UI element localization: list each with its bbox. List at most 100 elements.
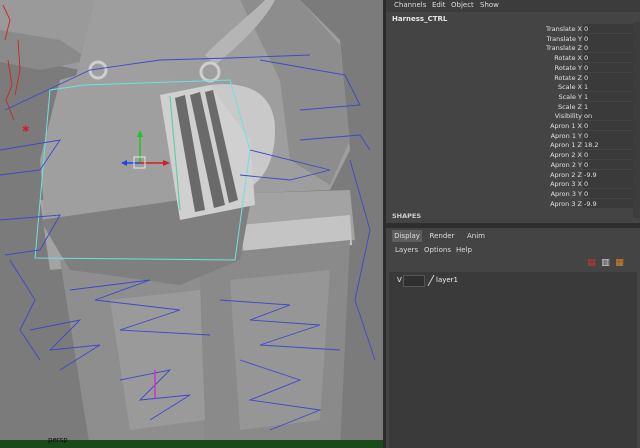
perspective-viewport[interactable]: ✱ persp	[0, 0, 383, 448]
channel-row[interactable]: Scale Z1	[386, 101, 640, 112]
channel-value[interactable]: 1	[584, 93, 588, 101]
channel-label: Apron 1 Y	[550, 131, 582, 140]
layer-options-icon[interactable]: ▦	[614, 258, 625, 269]
shapes-header[interactable]: SHAPES	[392, 212, 421, 220]
channel-row[interactable]: Visibility on	[386, 111, 640, 121]
menu-layers[interactable]: Layers	[395, 246, 418, 254]
channel-label: Translate X	[545, 25, 582, 33]
layer-row[interactable]: V layer1	[391, 274, 635, 287]
channel-value-field[interactable]	[583, 24, 633, 33]
new-layer-from-selection-icon[interactable]: ▤	[586, 258, 597, 269]
channel-value[interactable]: 0	[584, 25, 588, 33]
channel-row[interactable]: Apron 2 Y0	[386, 159, 640, 170]
channel-value[interactable]: 0	[584, 180, 588, 188]
channel-row[interactable]: Scale Y1	[386, 91, 640, 102]
channel-label: Apron 2 Y	[550, 160, 582, 169]
channel-value-field[interactable]	[583, 33, 633, 43]
channel-row[interactable]: Rotate Z0	[386, 72, 640, 83]
channel-row[interactable]: Apron 3 Y0	[386, 188, 640, 199]
channel-value-field[interactable]	[583, 188, 633, 198]
maya-window: ✱ persp Channels Edit Object Show Harnes…	[0, 0, 640, 448]
channel-label: Visibility	[554, 112, 582, 121]
node-name[interactable]: Harness_CTRL	[392, 15, 447, 23]
channel-value-field[interactable]	[583, 159, 633, 169]
channel-row[interactable]: Apron 1 Z 18.2	[386, 140, 640, 150]
channel-label: Apron 3 Y	[550, 189, 582, 198]
new-layer-icon[interactable]: ▥	[600, 258, 611, 269]
channel-label: Apron 1 X	[550, 122, 582, 130]
menu-options[interactable]: Options	[424, 246, 451, 254]
channel-label: Rotate Z	[554, 73, 582, 82]
channel-label: Rotate X	[554, 54, 582, 63]
channel-value[interactable]: 0	[584, 151, 588, 159]
channel-label: Apron 1 Z	[550, 141, 582, 150]
channel-value-field[interactable]	[583, 150, 633, 160]
channel-value[interactable]: 1	[584, 103, 588, 111]
channel-label: Scale X	[557, 83, 582, 92]
channel-value[interactable]: 18.2	[584, 141, 598, 149]
channel-row[interactable]: Translate Y0	[386, 33, 640, 44]
channel-row[interactable]: Apron 3 X0	[386, 179, 640, 189]
channel-box-menubar: Channels Edit Object Show	[386, 0, 640, 12]
menu-channels[interactable]: Channels	[394, 1, 426, 9]
channel-row[interactable]: Scale X1	[386, 82, 640, 92]
camera-label: persp	[48, 436, 68, 444]
channel-row[interactable]: Translate X0	[386, 24, 640, 34]
menu-object[interactable]: Object	[451, 1, 474, 9]
layer-display-type-box[interactable]	[403, 275, 425, 287]
layer-visibility-toggle[interactable]: V	[397, 276, 402, 284]
channel-row[interactable]: Rotate Y0	[386, 62, 640, 73]
channel-value[interactable]: 0	[584, 74, 588, 82]
channel-row[interactable]: Apron 3 Z -9.9	[386, 198, 640, 209]
channel-value[interactable]: 1	[584, 83, 588, 91]
channel-label: Rotate Y	[554, 63, 582, 72]
channel-value-field[interactable]	[583, 130, 633, 140]
channel-value-field[interactable]	[583, 82, 633, 92]
channel-row[interactable]: Apron 2 X0	[386, 150, 640, 160]
channel-value[interactable]: on	[584, 112, 592, 120]
channel-row[interactable]: Apron 1 Y0	[386, 130, 640, 141]
channel-value[interactable]: 0	[584, 190, 588, 198]
menu-help[interactable]: Help	[456, 246, 472, 254]
channel-value-field[interactable]	[583, 121, 633, 130]
channel-value-field[interactable]	[583, 72, 633, 82]
channel-value-field[interactable]	[583, 43, 633, 53]
channel-value-field[interactable]	[583, 53, 633, 63]
channel-row[interactable]: Translate Z0	[386, 43, 640, 53]
layer-editor-tabs: Display Render Anim	[386, 230, 640, 242]
channel-value-field[interactable]	[583, 62, 633, 72]
viewport-scene: ✱	[0, 0, 383, 448]
channel-value[interactable]: 0	[584, 122, 588, 130]
layer-name[interactable]: layer1	[436, 276, 458, 284]
channel-row[interactable]: Apron 2 Z -9.9	[386, 169, 640, 180]
channel-box-scrollbar[interactable]	[633, 22, 640, 218]
channel-label: Scale Y	[558, 92, 582, 101]
channel-value-field[interactable]	[583, 179, 633, 189]
channel-label: Apron 3 Z	[550, 199, 582, 208]
channel-row[interactable]: Apron 1 X0	[386, 121, 640, 131]
channel-value-field[interactable]	[583, 101, 633, 111]
menu-edit[interactable]: Edit	[432, 1, 446, 9]
channel-value[interactable]: -9.9	[584, 200, 597, 208]
panel-splitter[interactable]	[386, 223, 640, 228]
channel-label: Apron 2 X	[550, 151, 582, 160]
channel-value[interactable]: 0	[584, 64, 588, 72]
channel-label: Scale Z	[557, 102, 582, 111]
tab-display[interactable]: Display	[392, 230, 422, 242]
channel-value[interactable]: 0	[584, 35, 588, 43]
channel-box-panel: Channels Edit Object Show Harness_CTRL T…	[386, 0, 640, 448]
tab-render[interactable]: Render	[426, 230, 458, 242]
channel-label: Translate Y	[546, 34, 582, 43]
channel-value[interactable]: 0	[584, 161, 588, 169]
tab-anim[interactable]: Anim	[462, 230, 490, 242]
channel-row[interactable]: Rotate X0	[386, 53, 640, 63]
channel-label: Apron 2 Z	[550, 170, 582, 179]
channel-value[interactable]: 0	[584, 54, 588, 62]
channel-label: Translate Z	[545, 44, 582, 53]
channel-value[interactable]: -9.9	[584, 171, 597, 179]
channel-value[interactable]: 0	[584, 44, 588, 52]
channel-value-field[interactable]	[583, 91, 633, 101]
menu-show[interactable]: Show	[480, 1, 499, 9]
channel-label: Apron 3 X	[550, 180, 582, 189]
channel-value[interactable]: 0	[584, 132, 588, 140]
